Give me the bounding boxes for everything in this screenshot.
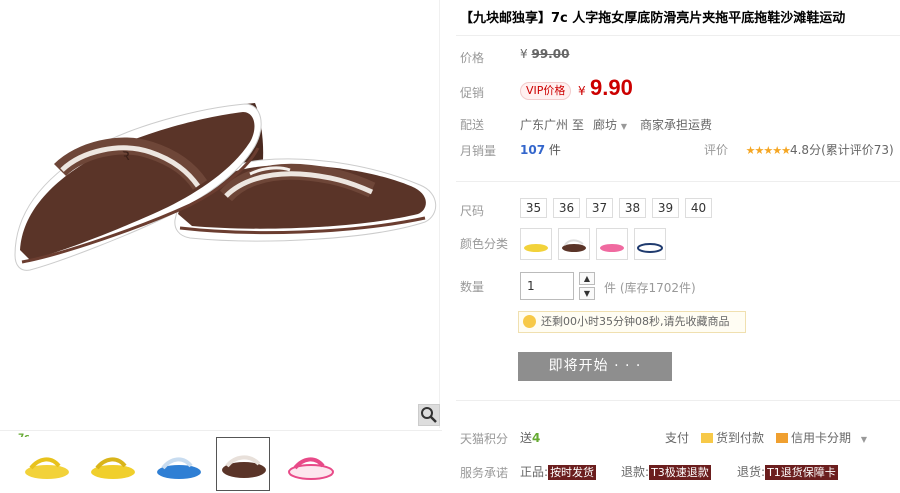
promise-prefix: 正品 xyxy=(520,465,545,479)
size-label: 尺码 xyxy=(460,204,485,218)
size-option-38[interactable]: 38 xyxy=(619,198,646,218)
flip-flops-image: ꝛ xyxy=(14,103,437,271)
shipping-label: 配送 xyxy=(460,118,485,132)
promise-item[interactable]: 退货: T1退货保障卡 xyxy=(737,463,838,480)
price-label: 价格 xyxy=(460,51,485,65)
lightbulb-icon xyxy=(523,315,536,328)
ship-destination-select[interactable]: 廊坊 ▼ xyxy=(593,116,627,133)
credit-card-icon xyxy=(776,433,788,443)
divider xyxy=(456,35,900,36)
product-title: 【九块邮独享】7c 人字拖女厚底防滑亮片夹拖平底拖鞋沙滩鞋运动 xyxy=(460,11,846,26)
promise-tag: T3极速退款 xyxy=(649,465,711,480)
color-label: 颜色分类 xyxy=(460,237,509,251)
original-price-value: 99.00 xyxy=(531,47,570,61)
size-option-39[interactable]: 39 xyxy=(652,198,679,218)
thumbnail-image xyxy=(91,457,135,479)
thumbnail-blue[interactable] xyxy=(150,437,204,491)
cod-icon xyxy=(701,433,713,443)
stock-text: 件 (库存1702件) xyxy=(604,281,696,295)
quantity-decrease-button[interactable]: ▼ xyxy=(579,287,595,300)
installment-option[interactable]: 信用卡分期 ▼ xyxy=(776,429,867,446)
sales-unit: 件 xyxy=(548,143,561,157)
promo-currency: ¥ xyxy=(578,84,586,98)
quantity-stepper: ▲ ▼ xyxy=(579,272,595,300)
points-label: 天猫积分 xyxy=(460,432,509,446)
monthly-sales: 107 件 xyxy=(520,141,561,158)
promise-label: 服务承诺 xyxy=(460,466,509,480)
quantity-label: 数量 xyxy=(460,280,485,294)
countdown-notice: 还剩00小时35分钟08秒,请先收藏商品 xyxy=(518,311,746,333)
product-gallery: ꝛ 7c xyxy=(0,0,442,493)
rating-block[interactable]: 评价 ★★★★★4.8分(累计评价73) xyxy=(704,141,894,158)
promise-tag: T1退货保障卡 xyxy=(765,465,838,480)
color-option-yellow[interactable] xyxy=(520,228,552,260)
thumbnail-brown[interactable] xyxy=(216,437,270,491)
caret-down-icon: ▼ xyxy=(860,435,867,444)
points-value: 送4 xyxy=(520,429,540,446)
main-product-image[interactable]: ꝛ xyxy=(0,0,440,428)
thumbnail-yellow-2[interactable] xyxy=(84,437,138,491)
countdown-text: 还剩00小时35分钟08秒,请先收藏商品 xyxy=(541,315,730,328)
points-prefix: 送 xyxy=(520,431,533,445)
size-option-37[interactable]: 37 xyxy=(586,198,613,218)
magnifier-icon xyxy=(421,407,437,423)
size-option-36[interactable]: 36 xyxy=(553,198,580,218)
promise-item[interactable]: 正品: 按时发货 xyxy=(520,463,597,480)
sales-count: 107 xyxy=(520,143,546,157)
ship-to-word: 至 xyxy=(572,118,585,132)
thumbnail-image xyxy=(288,457,334,480)
ship-from: 广东广州 xyxy=(520,118,569,132)
promise-prefix: 退货 xyxy=(737,465,762,479)
rating-label: 评价 xyxy=(704,143,729,157)
color-option-navy[interactable] xyxy=(634,228,666,260)
shipping-fee: 商家承担运费 xyxy=(640,118,713,132)
quantity-input[interactable] xyxy=(520,272,574,300)
color-option-brown[interactable] xyxy=(558,228,590,260)
promise-prefix: 退款 xyxy=(621,465,646,479)
svg-text:ꝛ: ꝛ xyxy=(122,145,130,164)
promo-price: 9.90 xyxy=(590,75,633,100)
thumbnail-yellow-1[interactable] xyxy=(18,437,72,491)
installment-text: 信用卡分期 xyxy=(791,431,852,445)
size-option-35[interactable]: 35 xyxy=(520,198,547,218)
color-swatch-image xyxy=(600,244,624,252)
cod-text: 货到付款 xyxy=(716,431,765,445)
color-swatch-image xyxy=(562,239,586,252)
points-number: 4 xyxy=(532,431,541,445)
divider xyxy=(456,181,900,182)
ship-destination: 廊坊 xyxy=(593,118,618,132)
vip-price-badge: VIP价格 xyxy=(520,82,572,100)
thumbnail-image xyxy=(222,455,266,478)
cod-option[interactable]: 货到付款 xyxy=(701,429,764,446)
payment-label: 支付 xyxy=(665,431,690,445)
color-swatch-image xyxy=(637,243,663,253)
size-option-40[interactable]: 40 xyxy=(685,198,712,218)
divider xyxy=(456,400,900,401)
rating-stars: ★★★★★ xyxy=(745,144,791,157)
promise-tag: 按时发货 xyxy=(548,465,597,480)
color-swatch-image xyxy=(524,244,548,252)
product-info-panel: 【九块邮独享】7c 人字拖女厚底防滑亮片夹拖平底拖鞋沙滩鞋运动 价格 ¥ 99.… xyxy=(456,0,900,493)
thumbnail-pink[interactable] xyxy=(282,437,336,491)
thumbnail-image xyxy=(25,457,69,479)
color-option-pink[interactable] xyxy=(596,228,628,260)
original-price: ¥ 99.00 xyxy=(520,47,569,61)
thumbnail-image xyxy=(157,457,201,479)
price-currency: ¥ xyxy=(520,47,528,61)
thumbnail-strip: 7c xyxy=(0,430,442,493)
promo-label: 促销 xyxy=(460,86,485,100)
quantity-increase-button[interactable]: ▲ xyxy=(579,272,595,285)
rating-text: 4.8分(累计评价73) xyxy=(789,143,894,157)
promise-item[interactable]: 退款: T3极速退款 xyxy=(621,463,711,480)
sales-label: 月销量 xyxy=(460,144,497,158)
coming-soon-button[interactable]: 即将开始 · · · xyxy=(518,352,672,381)
caret-down-icon: ▼ xyxy=(620,122,627,131)
zoom-button[interactable] xyxy=(418,404,440,426)
